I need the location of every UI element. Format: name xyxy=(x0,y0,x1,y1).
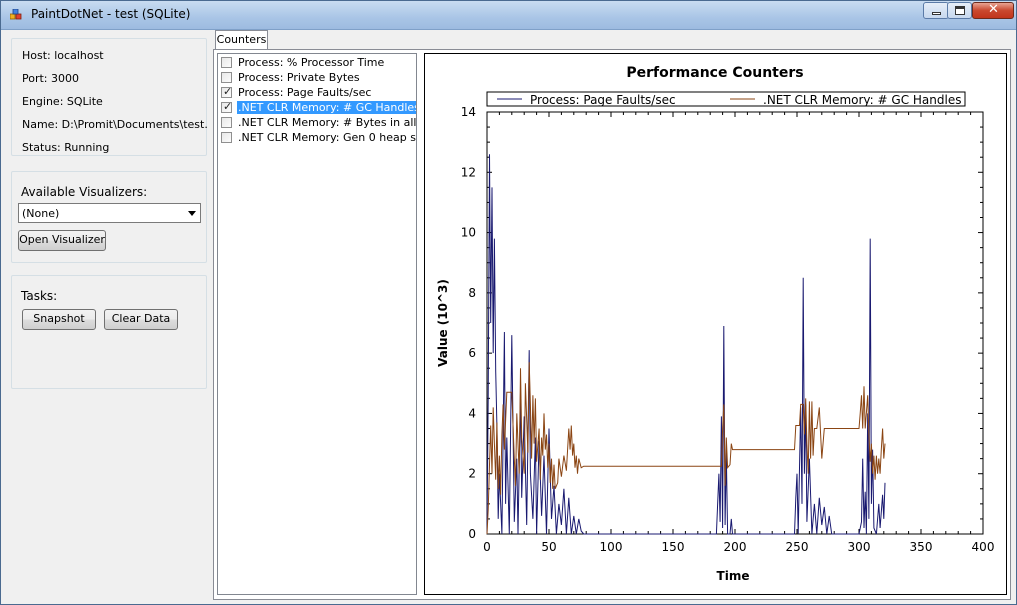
y-tick-label: 8 xyxy=(468,286,476,300)
counter-item[interactable]: .NET CLR Memory: Gen 0 heap size xyxy=(219,130,417,145)
visualizer-dropdown[interactable]: (None) xyxy=(18,203,201,223)
counter-checkbox[interactable] xyxy=(221,72,232,83)
x-tick-label: 250 xyxy=(786,540,809,554)
counter-label: .NET CLR Memory: # GC Handles xyxy=(237,101,416,114)
x-tick-label: 300 xyxy=(848,540,871,554)
counter-label: Process: Page Faults/sec xyxy=(238,86,372,99)
tasks-label: Tasks: xyxy=(21,289,58,303)
chart-panel: Performance Counters Process: Page Fault… xyxy=(424,53,1007,595)
series-line-1 xyxy=(486,154,886,535)
window-title: PaintDotNet - test (SQLite) xyxy=(31,7,191,21)
performance-chart: Performance Counters Process: Page Fault… xyxy=(436,65,995,583)
legend-entry: Process: Page Faults/sec xyxy=(530,93,676,107)
x-tick-label: 400 xyxy=(972,540,995,554)
visualizers-label: Available Visualizers: xyxy=(21,185,148,199)
counter-item[interactable]: ✓ Process: Page Faults/sec xyxy=(219,85,415,100)
close-button[interactable]: ✕ xyxy=(972,2,1014,19)
y-tick-label: 0 xyxy=(468,527,476,541)
chart-title: Performance Counters xyxy=(626,65,803,81)
y-tick-label: 6 xyxy=(468,346,476,360)
counter-item[interactable]: Process: Private Bytes xyxy=(219,70,415,85)
y-tick-label: 4 xyxy=(468,406,476,420)
y-tick-label: 10 xyxy=(461,226,476,240)
chart-series xyxy=(486,154,886,535)
x-tick-label: 100 xyxy=(600,540,623,554)
counter-label: Process: % Processor Time xyxy=(238,56,385,69)
port-label: Port: 3000 xyxy=(22,72,80,85)
counters-tab-panel: Process: % Processor Time Process: Priva… xyxy=(213,49,1011,600)
title-bar[interactable]: PaintDotNet - test (SQLite) ✕ xyxy=(1,1,1016,30)
counter-label: .NET CLR Memory: # Bytes in all Heaps xyxy=(238,116,417,129)
counter-checkbox[interactable]: ✓ xyxy=(221,100,233,113)
x-axis-label: Time xyxy=(717,569,750,583)
x-tick-label: 150 xyxy=(662,540,685,554)
y-tick-label: 12 xyxy=(461,165,476,179)
engine-label: Engine: SQLite xyxy=(22,95,103,108)
app-icon xyxy=(10,9,22,20)
snapshot-button[interactable]: Snapshot xyxy=(22,309,96,330)
counter-item-selected[interactable]: ✓ .NET CLR Memory: # GC Handles xyxy=(219,100,416,115)
counter-checkbox[interactable] xyxy=(221,57,232,68)
maximize-button[interactable] xyxy=(947,2,972,19)
y-axis-label: Value (10^3) xyxy=(436,279,450,367)
name-label: Name: D:\Promit\Documents\test.sqlite xyxy=(22,118,207,131)
x-tick-label: 50 xyxy=(541,540,556,554)
checkmark-icon: ✓ xyxy=(223,100,233,113)
x-tick-label: 200 xyxy=(724,540,747,554)
counter-list[interactable]: Process: % Processor Time Process: Priva… xyxy=(217,53,417,595)
legend-entry: .NET CLR Memory: # GC Handles xyxy=(763,93,961,107)
status-label: Status: Running xyxy=(22,141,110,154)
counter-label: Process: Private Bytes xyxy=(238,71,360,84)
visualizer-selected-value: (None) xyxy=(22,207,60,220)
plot-area-frame xyxy=(486,111,984,535)
tab-counters[interactable]: Counters xyxy=(215,30,268,50)
counter-checkbox[interactable] xyxy=(221,132,232,143)
connection-info-group: Host: localhost Port: 3000 Engine: SQLit… xyxy=(11,38,207,156)
checkmark-icon: ✓ xyxy=(223,85,233,98)
x-tick-label: 350 xyxy=(910,540,933,554)
client-area: Host: localhost Port: 3000 Engine: SQLit… xyxy=(7,30,1011,600)
counter-label: .NET CLR Memory: Gen 0 heap size xyxy=(238,131,417,144)
counter-item[interactable]: .NET CLR Memory: # Bytes in all Heaps xyxy=(219,115,417,130)
x-tick-label: 0 xyxy=(483,540,491,554)
counter-checkbox[interactable] xyxy=(221,117,232,128)
y-tick-label: 14 xyxy=(461,105,476,119)
y-tick-label: 2 xyxy=(468,467,476,481)
maximize-icon xyxy=(955,6,965,15)
minimize-button[interactable] xyxy=(923,2,949,19)
chevron-down-icon xyxy=(188,211,196,216)
app-window: PaintDotNet - test (SQLite) ✕ Host: loca… xyxy=(0,0,1017,605)
chart-legend: Process: Page Faults/sec .NET CLR Memory:… xyxy=(486,91,966,107)
open-visualizer-button[interactable]: Open Visualizer xyxy=(18,230,106,251)
close-icon: ✕ xyxy=(988,2,999,17)
minimize-icon xyxy=(932,12,941,15)
counter-checkbox[interactable]: ✓ xyxy=(221,85,233,98)
host-label: Host: localhost xyxy=(22,49,104,62)
counter-item[interactable]: Process: % Processor Time xyxy=(219,55,415,70)
clear-data-button[interactable]: Clear Data xyxy=(104,309,178,330)
